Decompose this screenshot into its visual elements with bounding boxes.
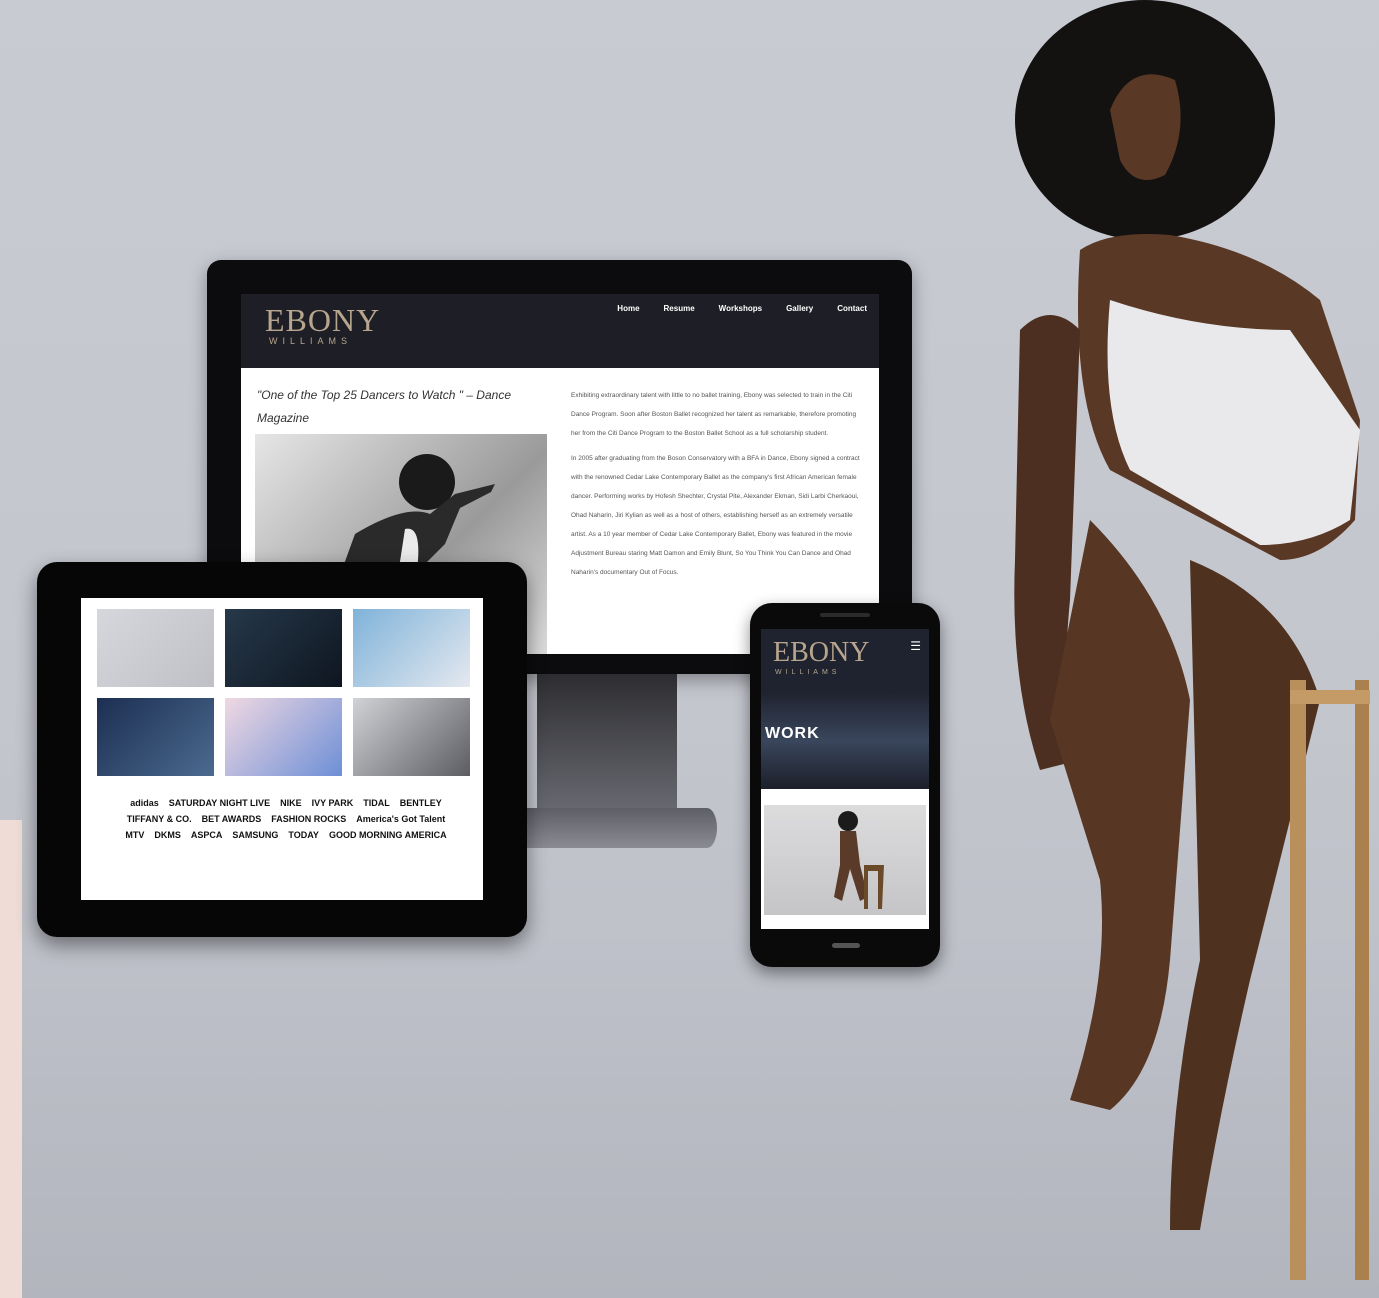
gallery-photo-4[interactable] <box>97 698 214 776</box>
brand-logo: BENTLEY <box>399 798 442 808</box>
phone-device: EBONY WILLIAMS ☰ WORK <box>750 603 940 967</box>
brand-logo: BET AWARDS <box>201 814 262 824</box>
brand-logo: TIDAL <box>363 798 390 808</box>
nav-workshops[interactable]: Workshops <box>719 304 762 313</box>
brand-logo: ASPCA <box>190 830 223 840</box>
brand-logo: SAMSUNG <box>232 830 279 840</box>
brand-logo: DKMS <box>154 830 181 840</box>
brand-logo: MTV <box>125 830 145 840</box>
brand-logo: NIKE <box>280 798 302 808</box>
gallery-photo-5[interactable] <box>225 698 342 776</box>
brand-logo: America's Got Talent <box>356 814 446 824</box>
brand-logo: SATURDAY NIGHT LIVE <box>168 798 271 808</box>
photo-gallery <box>97 609 470 776</box>
gallery-photo-6[interactable] <box>353 698 470 776</box>
phone-dancer-photo <box>764 805 926 915</box>
nav-resume[interactable]: Resume <box>664 304 695 313</box>
tablet-device: adidas SATURDAY NIGHT LIVE NIKE IVY PARK… <box>37 562 527 937</box>
main-nav: Home Resume Workshops Gallery Contact <box>617 304 867 313</box>
nav-home[interactable]: Home <box>617 304 639 313</box>
dancer-photo <box>1014 0 1370 1280</box>
brand-logo: GOOD MORNING AMERICA <box>328 830 447 840</box>
nav-contact[interactable]: Contact <box>837 304 867 313</box>
brand-logo: TIFFANY & CO. <box>126 814 192 824</box>
left-edge-strip <box>0 820 22 1298</box>
brand-logo: IVY PARK <box>311 798 354 808</box>
phone-hero: EBONY WILLIAMS ☰ WORK <box>761 629 929 789</box>
phone-logo[interactable]: EBONY <box>773 639 869 667</box>
site-header: EBONY WILLIAMS Home Resume Workshops Gal… <box>241 294 879 368</box>
monitor-stand <box>537 674 677 814</box>
bio-paragraph-1: Exhibiting extraordinary talent with lit… <box>571 392 857 437</box>
hero-heading: WORK <box>765 725 820 742</box>
gallery-photo-1[interactable] <box>97 609 214 687</box>
monitor-base <box>497 808 717 848</box>
gallery-photo-3[interactable] <box>353 609 470 687</box>
brand-logo: TODAY <box>288 830 319 840</box>
client-logos: adidas SATURDAY NIGHT LIVE NIKE IVY PARK… <box>121 798 451 840</box>
phone-screen: EBONY WILLIAMS ☰ WORK <box>761 629 929 929</box>
bio-text: Exhibiting extraordinary talent with lit… <box>571 386 867 588</box>
nav-gallery[interactable]: Gallery <box>786 304 813 313</box>
page-quote: "One of the Top 25 Dancers to Watch " – … <box>257 388 511 425</box>
bio-paragraph-2: In 2005 after graduating from the Boson … <box>571 455 860 576</box>
phone-home-button <box>832 943 860 948</box>
brand-logo: FASHION ROCKS <box>271 814 347 824</box>
phone-speaker <box>820 613 870 617</box>
gallery-photo-2[interactable] <box>225 609 342 687</box>
hamburger-menu-icon[interactable]: ☰ <box>910 639 921 653</box>
brand-logo: adidas <box>130 798 159 808</box>
site-logo[interactable]: EBONY <box>265 304 380 336</box>
phone-logo-sub: WILLIAMS <box>775 669 841 676</box>
tablet-screen: adidas SATURDAY NIGHT LIVE NIKE IVY PARK… <box>81 598 483 900</box>
site-logo-sub: WILLIAMS <box>269 336 353 346</box>
